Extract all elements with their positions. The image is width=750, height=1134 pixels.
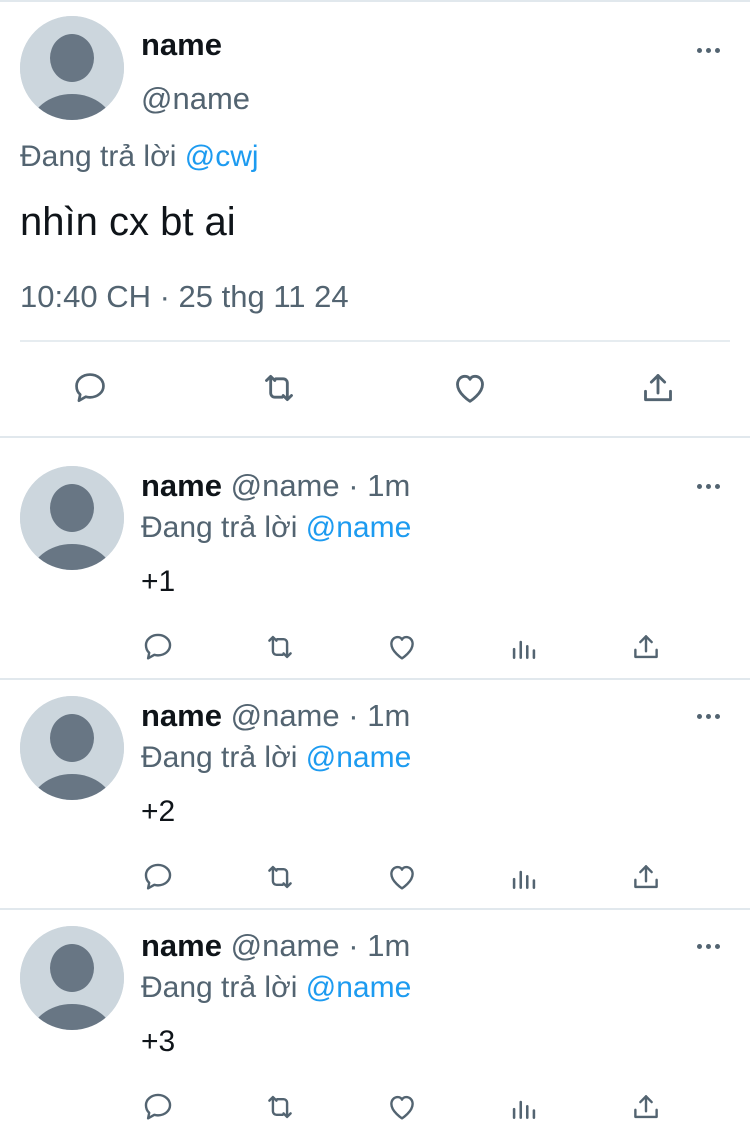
more-options-icon[interactable] bbox=[688, 932, 728, 960]
reply-mention-link[interactable]: @cwj bbox=[185, 140, 259, 173]
like-icon[interactable] bbox=[382, 627, 422, 667]
retweet-icon[interactable] bbox=[257, 366, 301, 410]
top-border bbox=[0, 0, 750, 2]
like-icon[interactable] bbox=[448, 366, 492, 410]
divider bbox=[20, 340, 730, 342]
tweet-header: name @name · 1m bbox=[141, 927, 410, 965]
share-icon[interactable] bbox=[636, 366, 680, 410]
display-name[interactable]: name bbox=[141, 468, 222, 503]
share-icon[interactable] bbox=[626, 1087, 666, 1127]
replying-to: Đang trả lời @cwj bbox=[20, 138, 259, 176]
tweet-header: name @name · 1m bbox=[141, 467, 410, 505]
retweet-icon[interactable] bbox=[260, 1087, 300, 1127]
share-icon[interactable] bbox=[626, 627, 666, 667]
display-name[interactable]: name bbox=[141, 698, 222, 733]
display-name[interactable]: name bbox=[141, 26, 222, 64]
separator: · bbox=[348, 468, 359, 503]
tweet-text: +2 bbox=[141, 795, 176, 828]
tweet-text: nhìn cx bt ai bbox=[20, 200, 236, 244]
tweet-text: +1 bbox=[141, 565, 176, 598]
reply-mention-link[interactable]: @name bbox=[306, 511, 412, 544]
tweet-time[interactable]: 1m bbox=[367, 468, 410, 503]
user-handle[interactable]: @name bbox=[141, 80, 250, 118]
share-icon[interactable] bbox=[626, 857, 666, 897]
replying-to: Đang trả lời @name bbox=[141, 739, 411, 777]
tweet-time[interactable]: 1m bbox=[367, 928, 410, 963]
replying-to-label: Đang trả lời bbox=[141, 971, 298, 1004]
reply-icon[interactable] bbox=[138, 627, 178, 667]
views-icon[interactable] bbox=[504, 1087, 544, 1127]
divider bbox=[0, 678, 750, 680]
divider bbox=[0, 908, 750, 910]
avatar[interactable] bbox=[20, 696, 124, 800]
tweet-text: +3 bbox=[141, 1025, 176, 1058]
more-options-icon[interactable] bbox=[688, 472, 728, 500]
replying-to-label: Đang trả lời bbox=[141, 511, 298, 544]
replying-to-label: Đang trả lời bbox=[141, 741, 298, 774]
avatar[interactable] bbox=[20, 466, 124, 570]
separator: · bbox=[348, 928, 359, 963]
replying-to-label: Đang trả lời bbox=[20, 140, 177, 173]
user-handle[interactable]: @name bbox=[231, 698, 340, 733]
avatar[interactable] bbox=[20, 926, 124, 1030]
more-options-icon[interactable] bbox=[688, 36, 728, 64]
reply-icon[interactable] bbox=[138, 1087, 178, 1127]
views-icon[interactable] bbox=[504, 857, 544, 897]
retweet-icon[interactable] bbox=[260, 627, 300, 667]
views-icon[interactable] bbox=[504, 627, 544, 667]
like-icon[interactable] bbox=[382, 1087, 422, 1127]
reply-mention-link[interactable]: @name bbox=[306, 971, 412, 1004]
avatar[interactable] bbox=[20, 16, 124, 120]
tweet-header: name @name · 1m bbox=[141, 697, 410, 735]
user-handle[interactable]: @name bbox=[231, 468, 340, 503]
more-options-icon[interactable] bbox=[688, 702, 728, 730]
reply-mention-link[interactable]: @name bbox=[306, 741, 412, 774]
like-icon[interactable] bbox=[382, 857, 422, 897]
replying-to: Đang trả lời @name bbox=[141, 969, 411, 1007]
separator: · bbox=[348, 698, 359, 733]
reply-icon[interactable] bbox=[138, 857, 178, 897]
display-name[interactable]: name bbox=[141, 928, 222, 963]
divider bbox=[0, 436, 750, 438]
replying-to: Đang trả lời @name bbox=[141, 509, 411, 547]
retweet-icon[interactable] bbox=[260, 857, 300, 897]
reply-icon[interactable] bbox=[68, 366, 112, 410]
tweet-time[interactable]: 1m bbox=[367, 698, 410, 733]
user-handle[interactable]: @name bbox=[231, 928, 340, 963]
tweet-timestamp[interactable]: 10:40 CH · 25 thg 11 24 bbox=[20, 278, 349, 316]
